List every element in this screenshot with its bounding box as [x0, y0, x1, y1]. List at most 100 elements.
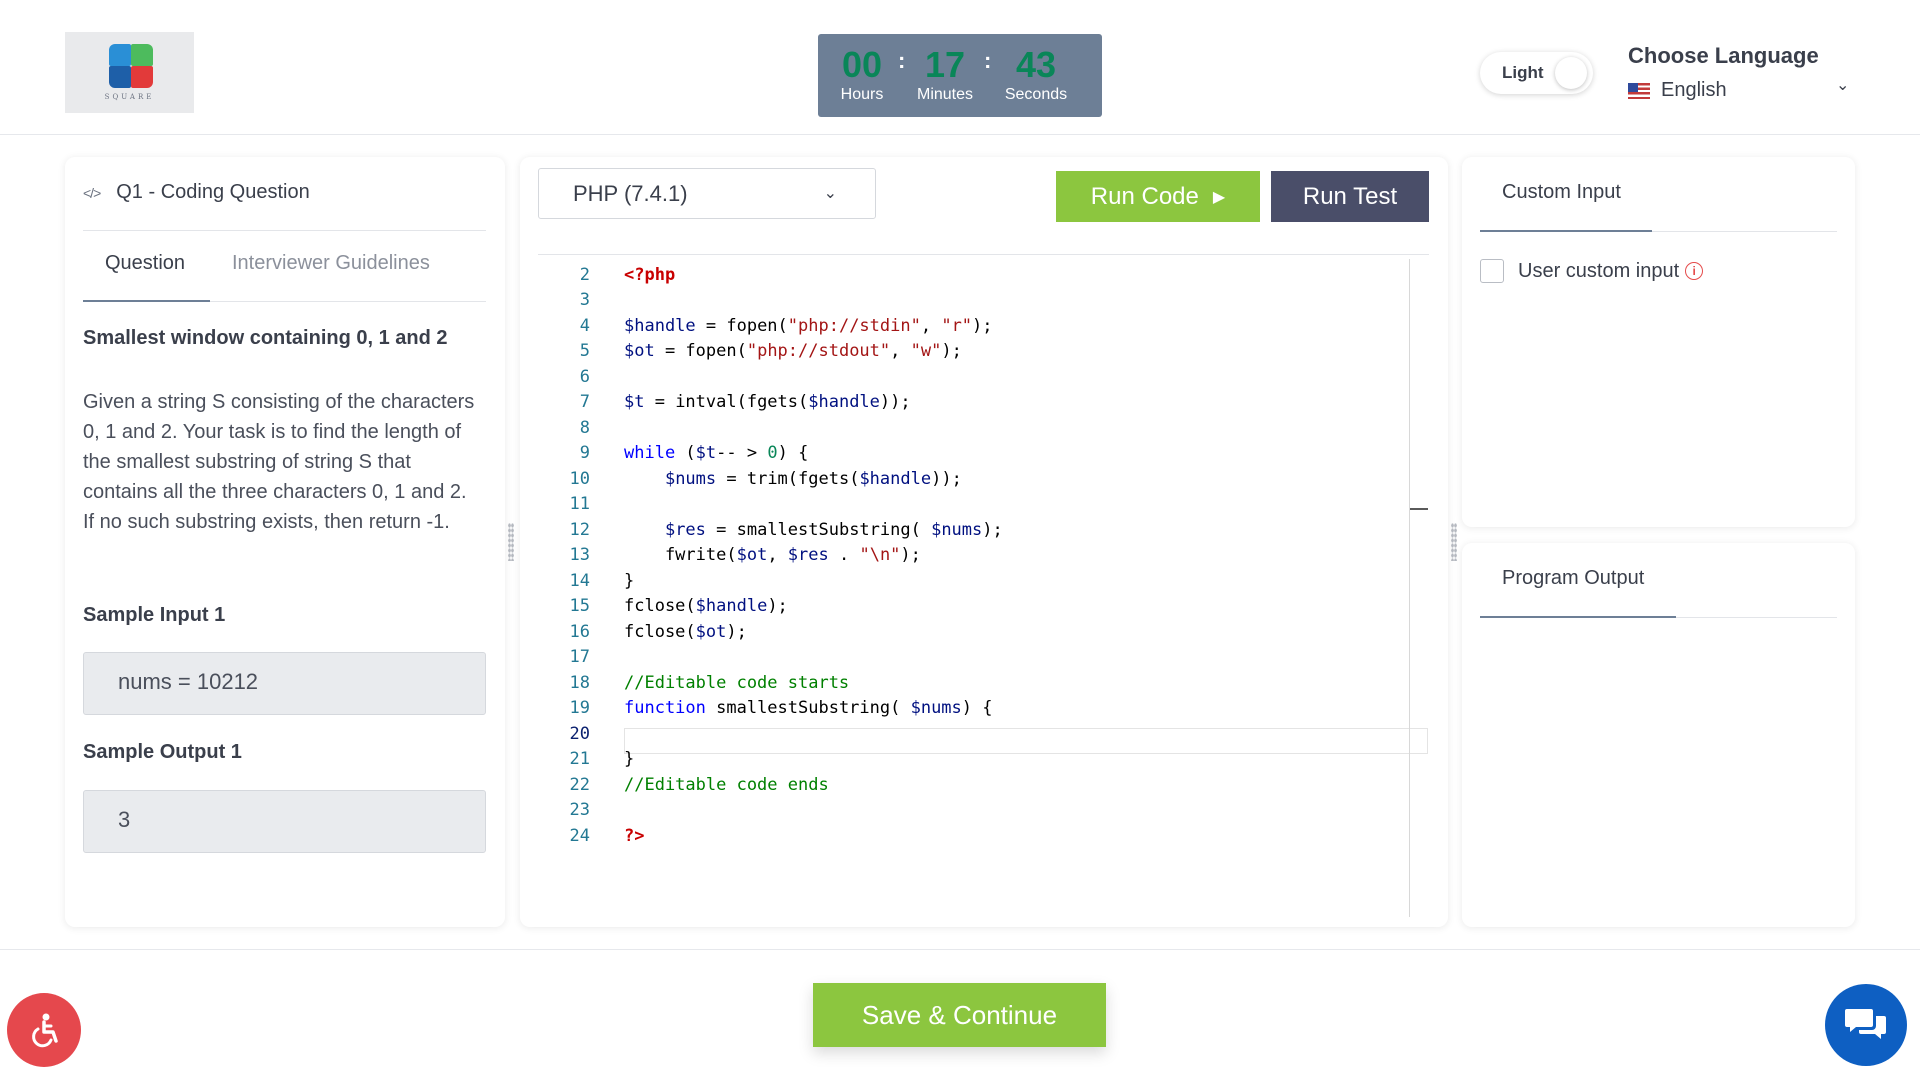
tab-question[interactable]: Question: [105, 252, 185, 275]
line-number: 18: [569, 673, 590, 693]
code-line[interactable]: 20: [520, 724, 1420, 749]
code-line: 3: [520, 290, 1420, 315]
chat-icon[interactable]: [1825, 984, 1907, 1066]
sample-output-label: Sample Output 1: [83, 741, 242, 763]
logo-text: SQUARE: [104, 93, 155, 101]
tab-program-output[interactable]: Program Output: [1502, 567, 1644, 590]
line-number: 16: [569, 622, 590, 642]
divider: [538, 254, 1429, 255]
language-current[interactable]: English: [1628, 79, 1727, 102]
line-number: 9: [579, 443, 590, 463]
active-tab-indicator: [1480, 230, 1652, 232]
code-text: ?>: [624, 826, 645, 846]
header: SQUARE 00 Hours : 17 Minutes : 43 Second…: [0, 0, 1920, 135]
code-line: 18 //Editable code starts: [520, 673, 1420, 698]
sample-input-box: nums = 10212: [83, 652, 486, 715]
footer-divider: [0, 949, 1920, 950]
company-logo: SQUARE: [65, 32, 194, 113]
theme-toggle-label: Light: [1502, 63, 1544, 82]
line-number: 14: [569, 571, 590, 591]
language-dropdown[interactable]: PHP (7.4.1) ⌄: [538, 168, 876, 219]
code-text: <?php: [624, 265, 676, 285]
code-line: 8: [520, 418, 1420, 443]
timer-hours-label: Hours: [840, 86, 884, 103]
line-number: 22: [569, 775, 590, 795]
chevron-down-icon[interactable]: ⌄: [1836, 75, 1849, 95]
scrollbar-marker: [1410, 508, 1428, 510]
code-line: 17: [520, 647, 1420, 672]
wheelchair-icon: [32, 1013, 58, 1048]
code-icon: </>: [83, 184, 101, 201]
code-line: 2 <?php: [520, 265, 1420, 290]
code-line: 15 fclose($handle);: [520, 596, 1420, 621]
code-area[interactable]: 2 <?php 3 4 $handle = fopen("php://stdin",…: [520, 257, 1448, 917]
line-number: 19: [569, 698, 590, 718]
question-panel: </> Q1 - Coding Question Question Interv…: [65, 157, 505, 927]
line-number: 20: [569, 724, 590, 744]
language-selector[interactable]: Choose Language English ⌄: [1628, 43, 1858, 103]
question-body: Given a string S consisting of the chara…: [83, 391, 475, 533]
chevron-down-icon: ⌄: [823, 185, 837, 202]
chat-bubbles-icon: [1845, 1009, 1886, 1039]
line-number: 21: [569, 749, 590, 769]
tab-interviewer-guidelines[interactable]: Interviewer Guidelines: [232, 252, 430, 275]
code-text: $handle = fopen("php://stdin", "r");: [624, 316, 993, 336]
code-text: function smallestSubstring( $nums) {: [624, 698, 993, 718]
accessibility-icon[interactable]: [7, 993, 81, 1067]
line-number: 12: [569, 520, 590, 540]
editor-scrollbar[interactable]: [1409, 259, 1410, 917]
question-heading: </> Q1 - Coding Question: [83, 181, 310, 204]
custom-input-checkbox[interactable]: [1480, 259, 1504, 283]
save-continue-button[interactable]: Save & Continue: [813, 983, 1106, 1047]
language-current-label: English: [1661, 79, 1727, 101]
line-number: 24: [569, 826, 590, 846]
active-tab-indicator: [1480, 616, 1676, 618]
resize-handle-left[interactable]: [508, 523, 514, 561]
code-text: //Editable code starts: [624, 673, 850, 693]
theme-toggle[interactable]: Light: [1480, 52, 1593, 94]
active-tab-indicator: [83, 300, 210, 302]
line-number: 6: [579, 367, 590, 387]
program-output-panel: Program Output: [1462, 543, 1855, 927]
line-number: 4: [579, 316, 590, 336]
language-selector-title: Choose Language: [1628, 43, 1819, 68]
code-line: 24 ?>: [520, 826, 1420, 851]
line-number: 10: [569, 469, 590, 489]
code-line: 12 $res = smallestSubstring( $nums);: [520, 520, 1420, 545]
code-line: 23: [520, 800, 1420, 825]
run-test-button[interactable]: Run Test: [1271, 171, 1429, 222]
code-line: 16 fclose($ot);: [520, 622, 1420, 647]
play-icon: ▶: [1212, 188, 1226, 206]
timer-seconds: 43 Seconds: [998, 44, 1074, 104]
custom-input-panel: Custom Input User custom input i: [1462, 157, 1855, 527]
tab-custom-input[interactable]: Custom Input: [1502, 181, 1621, 204]
timer-minutes: 17 Minutes: [912, 44, 978, 104]
run-code-button[interactable]: Run Code ▶: [1056, 171, 1260, 222]
code-text: }: [624, 571, 635, 591]
code-text: $ot = fopen("php://stdout", "w");: [624, 341, 962, 361]
line-number: 7: [579, 392, 590, 412]
code-line: 5 $ot = fopen("php://stdout", "w");: [520, 341, 1420, 366]
info-icon[interactable]: i: [1685, 262, 1704, 280]
sample-input-label: Sample Input 1: [83, 604, 226, 626]
code-editor-panel: PHP (7.4.1) ⌄ Run Code ▶ Run Test 2 <?php…: [520, 157, 1448, 927]
line-number: 17: [569, 647, 590, 667]
resize-handle-right[interactable]: [1451, 523, 1457, 561]
code-text: fclose($ot);: [624, 622, 747, 642]
code-text: while ($t-- > 0) {: [624, 443, 809, 463]
timer-minutes-value: 17: [924, 44, 966, 85]
code-line: 7 $t = intval(fgets($handle));: [520, 392, 1420, 417]
code-line: 22 //Editable code ends: [520, 775, 1420, 800]
run-code-label: Run Code: [1090, 182, 1199, 210]
question-heading-label: Q1 - Coding Question: [116, 181, 310, 203]
divider: [83, 230, 486, 231]
line-number: 3: [579, 290, 590, 310]
line-number: 8: [579, 418, 590, 438]
code-text: fclose($handle);: [624, 596, 788, 616]
code-text: $t = intval(fgets($handle));: [624, 392, 911, 412]
code-text: //Editable code ends: [624, 775, 829, 795]
code-line: 21}: [520, 749, 1420, 774]
question-title: Smallest window containing 0, 1 and 2: [83, 327, 448, 349]
custom-input-option[interactable]: User custom input i: [1480, 259, 1704, 283]
code-text: $res = smallestSubstring( $nums);: [664, 520, 1003, 540]
